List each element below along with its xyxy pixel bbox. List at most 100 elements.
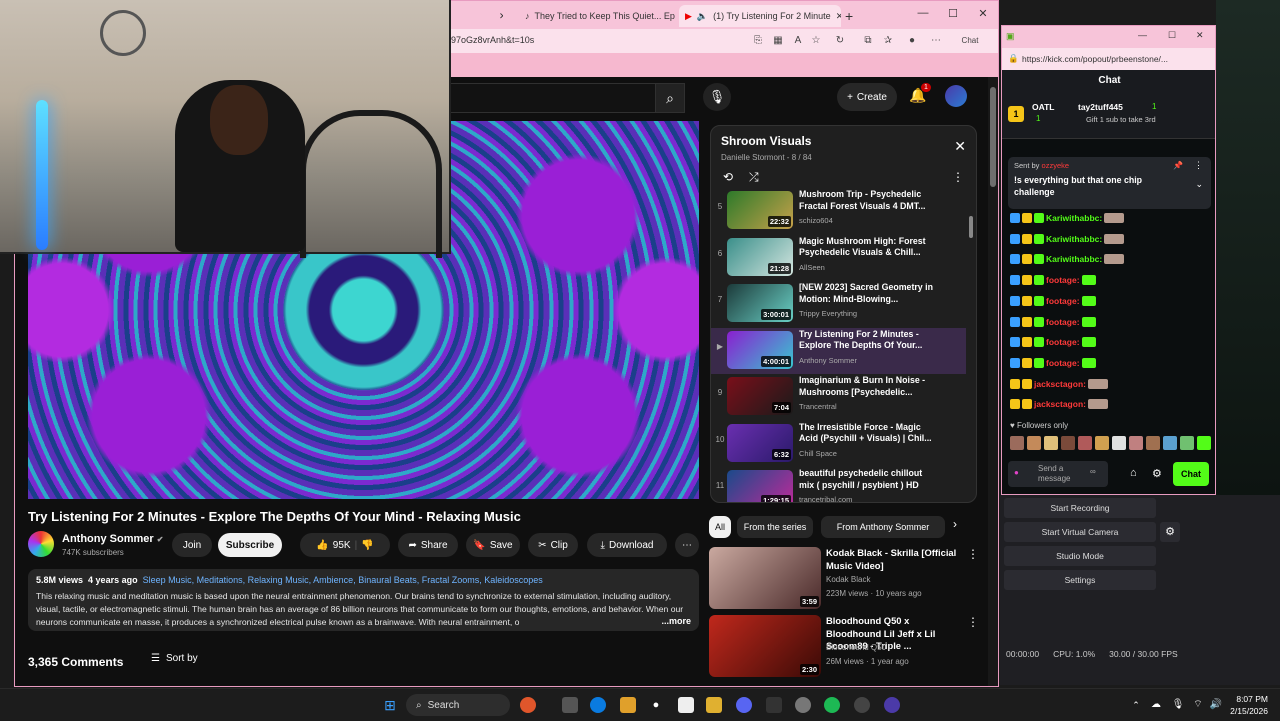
chat-username[interactable]: footage:: [1046, 275, 1080, 285]
thumbnail[interactable]: 21:28: [727, 237, 793, 276]
chat-username[interactable]: Kariwithabbc:: [1046, 213, 1102, 223]
menu-icon[interactable]: ⋮: [952, 170, 964, 184]
chat-username[interactable]: footage:: [1046, 337, 1080, 347]
minimize-button[interactable]: —: [913, 7, 933, 19]
emote[interactable]: [1078, 436, 1092, 450]
playlist-item[interactable]: 7 3:00:01 [NEW 2023] Sacred Geometry in Mo…: [711, 281, 966, 327]
copilot-chat-button[interactable]: Chat: [953, 34, 987, 48]
refresh-icon[interactable]: ↻: [833, 34, 847, 48]
emote[interactable]: [1112, 436, 1126, 450]
thumbnail[interactable]: 3:59: [709, 547, 821, 609]
more-link[interactable]: ...more: [661, 616, 691, 626]
playlist-item[interactable]: 6 21:28 Magic Mushroom High: Forest Psyche…: [711, 235, 966, 281]
emote[interactable]: [1180, 436, 1194, 450]
emoji-icon[interactable]: ∞: [1090, 467, 1096, 476]
gear-icon[interactable]: ⚙: [1160, 522, 1180, 542]
url-text[interactable]: 97oGz8vrAnh&t=10s: [451, 35, 534, 45]
playlist-item[interactable]: 10 6:32 The Irresistible Force - Magic Aci…: [711, 421, 966, 467]
settings-button[interactable]: Settings: [1004, 570, 1156, 590]
share-button[interactable]: ➦ Share: [398, 533, 458, 557]
clip-button[interactable]: ✂ Clip: [528, 533, 578, 557]
playlist-item-title[interactable]: Magic Mushroom High: Forest Psychedelic …: [799, 236, 934, 259]
maximize-button[interactable]: ☐: [1168, 30, 1176, 41]
chrome-icon[interactable]: [854, 697, 870, 713]
playlist-item-title[interactable]: The Irresistible Force - Magic Acid (Psy…: [799, 422, 934, 445]
description-box[interactable]: 5.8M views 4 years ago Sleep Music, Medi…: [28, 569, 699, 631]
menu-icon[interactable]: ⋮: [967, 615, 979, 629]
emote[interactable]: [1197, 436, 1211, 450]
obs-icon[interactable]: [884, 697, 900, 713]
chevron-down-icon[interactable]: ⌄: [1195, 179, 1203, 190]
channel-name[interactable]: Kodak Black: [826, 575, 870, 584]
chat-input[interactable]: ● Send a message ∞: [1008, 461, 1108, 487]
calendar-icon[interactable]: [678, 697, 694, 713]
thumbnail[interactable]: 7:04: [727, 377, 793, 415]
emote[interactable]: [1061, 436, 1075, 450]
microphone-icon[interactable]: 🎙: [1170, 697, 1186, 713]
channel-name[interactable]: Anthony Sommer ✔: [62, 533, 163, 545]
emote[interactable]: [1044, 436, 1058, 450]
loop-icon[interactable]: ⟲: [723, 170, 733, 184]
more-actions-button[interactable]: ⋯: [675, 533, 699, 557]
chat-username[interactable]: jacksctagon:: [1034, 379, 1086, 389]
emote[interactable]: [1146, 436, 1160, 450]
app-icon[interactable]: [520, 697, 536, 713]
chat-username[interactable]: jacksctagon:: [1034, 399, 1086, 409]
gift-icon[interactable]: ⌂: [1130, 467, 1137, 479]
pin-icon[interactable]: 📌: [1173, 161, 1183, 170]
copilot-icon[interactable]: [620, 697, 636, 713]
taskbar-search[interactable]: ⌕ Search: [406, 694, 510, 716]
tab-close-icon[interactable]: ✕: [836, 11, 841, 22]
close-window-button[interactable]: ✕: [1196, 30, 1204, 41]
emote[interactable]: [1129, 436, 1143, 450]
task-view-icon[interactable]: [562, 697, 578, 713]
start-virtual-camera-button[interactable]: Start Virtual Camera: [1004, 522, 1156, 542]
maximize-button[interactable]: ☐: [943, 7, 963, 20]
microphone-icon[interactable]: 🎙: [703, 83, 731, 111]
chevron-right-icon[interactable]: ›: [953, 517, 957, 531]
scrollbar-thumb[interactable]: [990, 87, 996, 187]
video-title[interactable]: Kodak Black - Skrilla [Official Music Vi…: [826, 547, 961, 572]
wifi-icon[interactable]: ⌔: [1190, 697, 1206, 713]
recommended-video[interactable]: 2:30 Bloodhound Q50 x Bloodhound Lil Jeff…: [709, 615, 979, 677]
join-button[interactable]: Join: [172, 533, 212, 557]
playlist-item-title[interactable]: Imaginarium & Burn In Noise - Mushrooms …: [799, 375, 934, 398]
chat-username[interactable]: footage:: [1046, 317, 1080, 327]
discord-icon[interactable]: [736, 697, 752, 713]
minimize-button[interactable]: —: [1138, 30, 1147, 40]
microphone-icon[interactable]: ●: [1014, 468, 1019, 477]
reader-icon[interactable]: ⎘: [751, 34, 765, 48]
emote[interactable]: [1163, 436, 1177, 450]
spotify-icon[interactable]: [824, 697, 840, 713]
search-icon[interactable]: ⌕: [655, 83, 685, 113]
sort-button[interactable]: ☰ Sort by: [151, 653, 198, 664]
playlist-item[interactable]: 9 7:04 Imaginarium & Burn In Noise - Mushr…: [711, 374, 966, 420]
page-scrollbar[interactable]: [988, 77, 998, 686]
playlist-item-title[interactable]: Try Listening For 2 Minutes - Explore Th…: [799, 329, 934, 352]
menu-icon[interactable]: ⋮: [1194, 160, 1203, 171]
scrollbar[interactable]: [969, 216, 973, 238]
edge-icon[interactable]: [590, 697, 606, 713]
close-icon[interactable]: ✕: [954, 138, 966, 155]
recommended-video[interactable]: 3:59 Kodak Black - Skrilla [Official Musi…: [709, 547, 979, 609]
chip-from-series[interactable]: From the series: [737, 516, 813, 538]
chat-username[interactable]: footage:: [1046, 296, 1080, 306]
thumbnail[interactable]: 2:30: [709, 615, 821, 677]
chat-username[interactable]: Kariwithabbc:: [1046, 254, 1102, 264]
playlist-item[interactable]: ▶ 4:00:01 Try Listening For 2 Minutes - Ex…: [711, 327, 966, 374]
volume-icon[interactable]: 🔊: [1208, 697, 1224, 713]
channel-name[interactable]: Bloodhound Q50: [826, 643, 886, 652]
chat-username[interactable]: Kariwithabbc:: [1046, 234, 1102, 244]
emote-bar[interactable]: [1010, 436, 1211, 450]
favorites-icon[interactable]: ✰: [881, 34, 895, 48]
create-button[interactable]: + Create: [837, 83, 897, 111]
like-button[interactable]: 👍 95K | 👎: [300, 533, 390, 557]
gear-icon[interactable]: ⚙: [1152, 467, 1162, 480]
read-aloud-icon[interactable]: A: [791, 34, 805, 48]
grid-icon[interactable]: ▦: [771, 34, 785, 48]
playlist-item[interactable]: 11 1:29:15 beautiful psychedelic chillout …: [711, 467, 966, 502]
thumbnail[interactable]: 6:32: [727, 423, 793, 462]
avatar[interactable]: [945, 85, 967, 107]
subscribe-button[interactable]: Subscribe: [218, 533, 282, 557]
download-button[interactable]: ⤓ Download: [587, 533, 667, 557]
